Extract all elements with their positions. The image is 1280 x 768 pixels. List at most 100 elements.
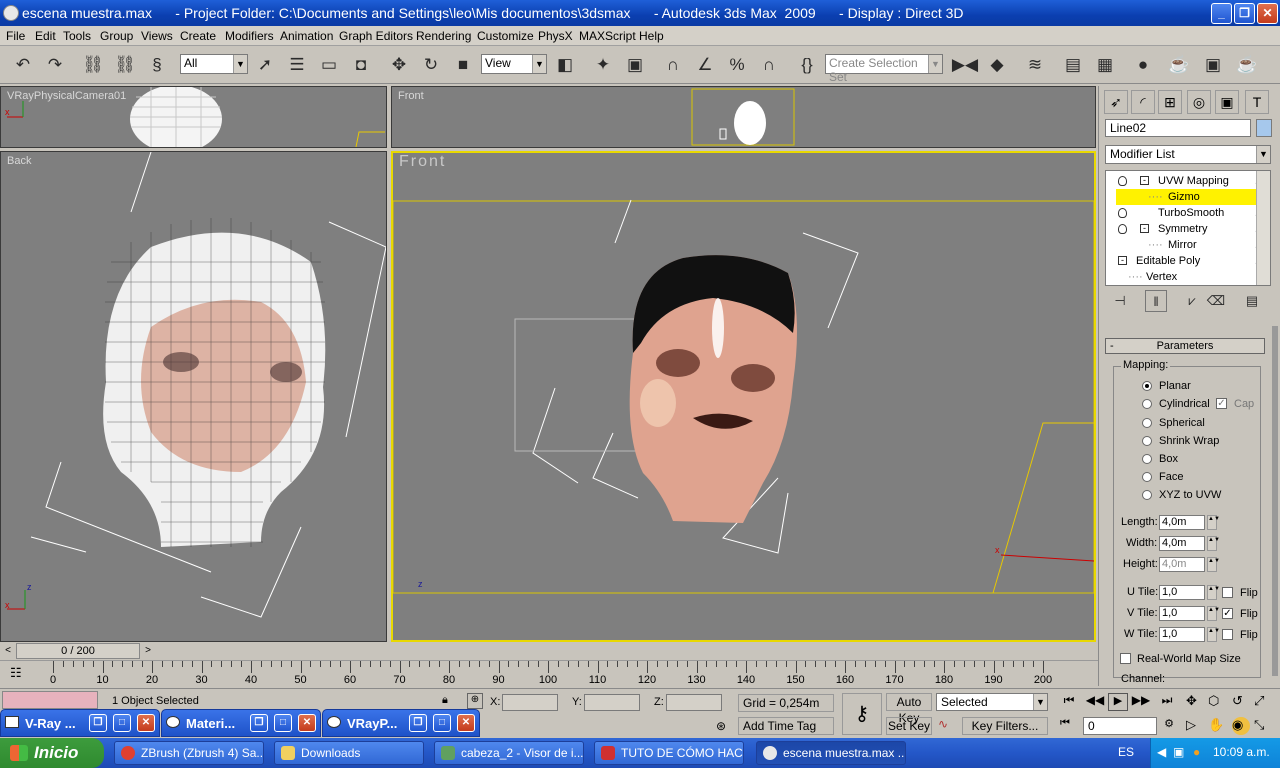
w-tile-spinner[interactable]: 1,0 <box>1159 627 1205 642</box>
utilities-tab-icon[interactable]: T <box>1245 90 1269 114</box>
task-downloads[interactable]: Downloads <box>274 741 424 765</box>
next-frame-icon[interactable]: ▶▶ <box>1130 693 1152 711</box>
u-tile-spinner-arrows[interactable]: ▲▼ <box>1207 585 1220 600</box>
key-filters-curve-icon[interactable]: ∿ <box>938 717 958 735</box>
material-editor-icon[interactable]: ● <box>1130 52 1156 78</box>
v-flip-checkbox[interactable]: ✓ <box>1222 608 1233 619</box>
x-coord-field[interactable] <box>502 694 558 711</box>
radio-cylindrical[interactable] <box>1142 399 1152 409</box>
time-slider[interactable]: < 0 / 200 > <box>0 642 1098 660</box>
rendered-frame-window-icon[interactable]: ▣ <box>1200 52 1226 78</box>
app-icon[interactable] <box>3 5 19 21</box>
menu-edit[interactable]: Edit <box>35 29 56 43</box>
maxscript-listener-mini[interactable] <box>2 691 98 709</box>
z-coord-field[interactable] <box>666 694 722 711</box>
task-pdf[interactable]: TUTO DE CÓMO HAC... <box>594 741 744 765</box>
floatwin-vray[interactable]: V-Ray ... ❐ □ ✕ <box>0 709 160 737</box>
viewport-back[interactable]: Back x z <box>0 151 387 642</box>
percent-snap-icon[interactable]: % <box>724 52 750 78</box>
minimize-button[interactable]: _ <box>1211 3 1232 24</box>
menu-graph-editors[interactable]: Graph Editors <box>339 29 413 43</box>
maximize-icon[interactable]: □ <box>274 714 292 732</box>
menu-physx[interactable]: PhysX <box>538 29 573 43</box>
tray-arrow-icon[interactable]: ◀ <box>1157 745 1166 759</box>
lightbulb-icon[interactable] <box>1118 224 1127 234</box>
u-flip-checkbox[interactable] <box>1222 587 1233 598</box>
option-shrink-wrap[interactable]: Shrink Wrap <box>1159 435 1219 447</box>
display-tab-icon[interactable]: ▣ <box>1215 90 1239 114</box>
remove-modifier-icon[interactable]: ⌫ <box>1205 290 1227 312</box>
absolute-mode-icon[interactable]: ⊕ <box>467 693 483 709</box>
menu-animation[interactable]: Animation <box>280 29 333 43</box>
schematic-view-icon[interactable]: ▦ <box>1092 52 1118 78</box>
manipulate-icon[interactable]: ✦ <box>590 52 616 78</box>
lightbulb-icon[interactable] <box>1118 208 1127 218</box>
collapse-icon[interactable]: - <box>1140 176 1149 185</box>
track-bar[interactable]: ☷ 0 10 20 30 40 50 60 70 80 90 100 110 120 130 140 150 1… <box>0 660 1098 688</box>
option-box[interactable]: Box <box>1159 453 1178 465</box>
cap-checkbox[interactable]: ✓ <box>1216 398 1227 409</box>
render-setup-icon[interactable]: ☕ <box>1166 52 1192 78</box>
select-and-rotate-icon[interactable]: ↻ <box>418 52 444 78</box>
lightbulb-icon[interactable] <box>1118 176 1127 186</box>
menu-customize[interactable]: Customize <box>477 29 534 43</box>
task-3dsmax[interactable]: escena muestra.max ... <box>756 741 906 765</box>
create-tab-icon[interactable]: ➶ <box>1104 90 1128 114</box>
set-key-button[interactable]: Set Key <box>886 717 932 735</box>
key-mode-toggle-icon[interactable]: ⏮ <box>1060 717 1078 735</box>
radio-xyz-to-uvw[interactable] <box>1142 490 1152 500</box>
zoom-extents-icon[interactable]: ⬡ <box>1208 693 1226 711</box>
u-tile-spinner[interactable]: 1,0 <box>1159 585 1205 600</box>
menu-help[interactable]: Help <box>639 29 664 43</box>
auto-key-button[interactable]: Auto Key <box>886 693 932 725</box>
curve-editor-icon[interactable]: ▤ <box>1060 52 1086 78</box>
stack-scrollbar[interactable] <box>1256 171 1270 285</box>
bind-space-warp-icon[interactable]: § <box>144 52 170 78</box>
task-zbrush[interactable]: ZBrush (Zbrush 4) Sa... <box>114 741 264 765</box>
language-indicator[interactable]: ES <box>1118 745 1134 759</box>
snap-toggle-icon[interactable]: ∩ <box>660 52 686 78</box>
orbit-subobject-icon[interactable]: ◉ <box>1232 717 1250 735</box>
stack-item-mirror[interactable]: ····Mirror◁ <box>1116 237 1264 253</box>
maximize-icon[interactable]: □ <box>113 714 131 732</box>
chrome-tray-icon[interactable]: ● <box>1193 745 1200 759</box>
menu-modifiers[interactable]: Modifiers <box>225 29 274 43</box>
min-max-toggle-icon[interactable]: ⤡ <box>1254 717 1272 735</box>
length-spinner-arrows[interactable]: ▲▼ <box>1207 515 1220 530</box>
key-filters-button[interactable]: Key Filters... <box>962 717 1048 735</box>
hierarchy-tab-icon[interactable]: ⊞ <box>1158 90 1182 114</box>
modifier-list-dropdown[interactable]: Modifier List ▼ <box>1105 145 1271 164</box>
y-coord-field[interactable] <box>584 694 640 711</box>
redo-icon[interactable]: ↷ <box>42 52 68 78</box>
select-and-move-icon[interactable]: ✥ <box>386 52 412 78</box>
height-spinner-arrows[interactable]: ▲▼ <box>1207 557 1220 572</box>
network-icon[interactable]: ▣ <box>1173 745 1184 759</box>
width-spinner[interactable]: 4,0m <box>1159 536 1205 551</box>
menu-group[interactable]: Group <box>100 29 133 43</box>
keyboard-shortcut-icon[interactable]: ▣ <box>622 52 648 78</box>
previous-frame-icon[interactable]: ◀◀ <box>1084 693 1106 711</box>
v-tile-spinner[interactable]: 1,0 <box>1159 606 1205 621</box>
select-and-scale-icon[interactable]: ■ <box>450 52 476 78</box>
maximize-icon[interactable]: □ <box>433 714 451 732</box>
select-object-icon[interactable]: ➚ <box>252 52 278 78</box>
panel-scrollbar[interactable] <box>1272 326 1278 676</box>
restore-icon[interactable]: ❐ <box>250 714 268 732</box>
make-unique-icon[interactable]: ⩗ <box>1181 290 1203 312</box>
stack-item-turbosmooth[interactable]: TurboSmooth◁ <box>1116 205 1264 221</box>
option-face[interactable]: Face <box>1159 471 1183 483</box>
play-icon[interactable]: ▶ <box>1108 693 1128 711</box>
current-frame-field[interactable]: 0 <box>1083 717 1157 735</box>
align-icon[interactable]: ◆ <box>984 52 1010 78</box>
radio-planar[interactable] <box>1142 381 1152 391</box>
menu-views[interactable]: Views <box>141 29 173 43</box>
orbit-icon[interactable]: ↺ <box>1232 693 1250 711</box>
w-tile-spinner-arrows[interactable]: ▲▼ <box>1207 627 1220 642</box>
clock[interactable]: 10:09 a.m. <box>1213 745 1270 759</box>
menu-rendering[interactable]: Rendering <box>416 29 471 43</box>
close-icon[interactable]: ✕ <box>298 714 316 732</box>
v-tile-spinner-arrows[interactable]: ▲▼ <box>1207 606 1220 621</box>
option-xyz-to-uvw[interactable]: XYZ to UVW <box>1159 489 1221 501</box>
start-button[interactable]: Inicio <box>0 738 104 768</box>
menu-file[interactable]: File <box>6 29 25 43</box>
